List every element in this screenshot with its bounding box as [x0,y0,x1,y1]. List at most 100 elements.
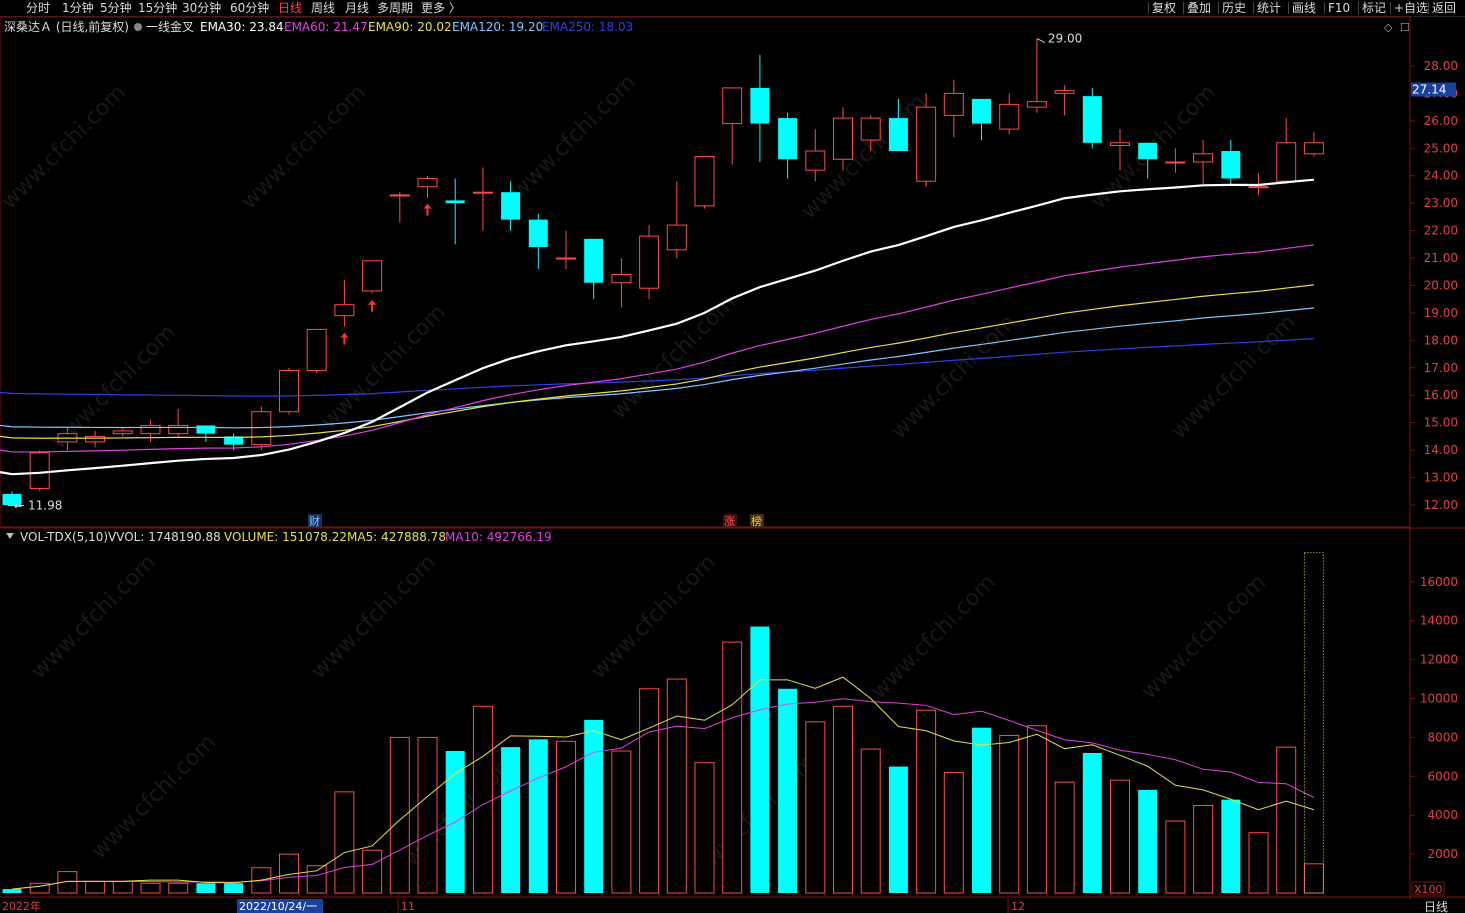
volume-bar-down [528,739,548,893]
buy-arrow-icon [340,332,349,345]
ema-legend-3: EMA120: 19.20 [452,20,543,34]
candle-body-up [29,452,50,490]
candle-body-up [1248,186,1269,189]
volume-bar-down [778,688,798,893]
candle-body-up [306,328,327,372]
ema-legend-0: EMA30: 23.84 [200,20,284,34]
volume-bar-up [417,736,438,894]
volume-bar-down [750,626,770,893]
candle-body-down [501,192,521,220]
period-label: 日线 [1424,900,1448,913]
price-tick-label: 13.00 [1424,471,1458,485]
candle-body-up [999,103,1020,130]
candle-body-up [279,370,299,413]
watermark-text: www.cfchi.com [587,550,721,684]
price-tick-label: 19.00 [1424,306,1458,320]
candle-body-up [943,92,964,116]
candle-body-up [334,304,355,317]
candle [556,230,576,270]
candle-body-up [85,435,106,443]
candle-body-up [860,117,881,141]
volume-tick-label: 6000 [1427,769,1458,783]
price-tick-label: 18.00 [1424,333,1458,347]
finance-tag: 财 [309,514,320,528]
watermark-text: www.cfchi.com [1137,570,1271,704]
candle [362,260,383,294]
volume-bar-up [805,721,826,894]
candle [1054,85,1075,116]
volume-legend-2: MA5: 427888.78 [347,530,446,544]
candle [29,450,50,492]
candle-body-up [833,117,853,160]
date-label-year: 2022年 [2,899,41,913]
volume-bar-up [1248,832,1269,894]
volume-bar-up [389,736,410,894]
volume-bar-up [362,849,383,894]
volume-bar-down [1082,752,1102,893]
volume-bar-up [943,771,964,894]
candle [1221,140,1241,184]
volume-tick-label: 16000 [1420,575,1458,589]
price-tick-label: 21.00 [1424,251,1458,265]
candle [611,258,632,308]
candle [417,175,438,198]
low-arrow-icon: ← [14,502,22,513]
candle-body-up [168,424,189,435]
price-tick-label: 28.00 [1424,59,1458,73]
price-tick-label: 22.00 [1424,224,1458,238]
candle [666,181,687,259]
candle [334,279,355,327]
candles [2,38,1324,506]
volume-projection [1303,552,1324,894]
volume-bar-down [224,883,244,893]
volume-bar-up [722,641,743,894]
volume-bar-up [1165,820,1186,894]
watermark-text: www.cfchi.com [887,310,1021,444]
volume-bar-down [196,883,216,893]
volume-bar-down [584,719,604,893]
candle [972,98,991,141]
candle [750,54,770,162]
candle [778,112,798,179]
candle [1303,131,1324,157]
buy-arrow-icon [368,299,377,312]
buy-arrow-icon [423,203,432,216]
price-tick-label: 24.00 [1424,169,1458,183]
vol-unit-label: X100 [1414,883,1443,896]
candle-body-up [1165,161,1186,164]
volume-bar-up [85,880,106,894]
bang-tag: 榜 [751,514,762,528]
candle-body-up [1193,153,1214,163]
ema-legend-1: EMA60: 21.47 [284,20,368,34]
watermark-text: www.cfchi.com [507,70,641,204]
volume-bar-down [501,747,521,893]
stock-name-label: 深桑达Ａ (日线,前复权) [4,19,129,34]
volume-tick-label: 2000 [1427,847,1458,861]
candle [140,419,161,442]
volume-legend-1: VOLUME: 151078.22 [224,530,347,544]
candle [916,93,937,187]
volume-bar-up [168,882,189,894]
candle-body-down [1138,142,1158,160]
candle-body-up [1303,142,1324,155]
stock-chart[interactable]: www.cfchi.com www.cfchi.com www.cfchi.com w… [0,0,1465,913]
high-price-label: 29.00 [1048,32,1082,46]
volume-tick-label: 10000 [1420,692,1458,706]
volume-bar-up [860,748,881,894]
price-tick-label: 23.00 [1424,196,1458,210]
candle-body-down [972,98,991,124]
indicator-name-label: 一线金叉 [146,19,194,34]
candle-body-up [1276,142,1297,182]
candle [805,129,826,182]
price-tick-label: 16.00 [1424,388,1458,402]
watermark-text: www.cfchi.com [307,550,441,684]
candle [389,192,410,223]
volume-bar-up [1026,725,1047,894]
current-price-label: 27.14 [1412,83,1446,97]
candle [445,178,465,245]
candle-body-up [666,224,687,251]
candle-body-up [722,87,743,125]
volume-bar-up [306,865,327,894]
volume-bar-down [972,727,991,893]
volume-bar-up [1054,781,1075,894]
